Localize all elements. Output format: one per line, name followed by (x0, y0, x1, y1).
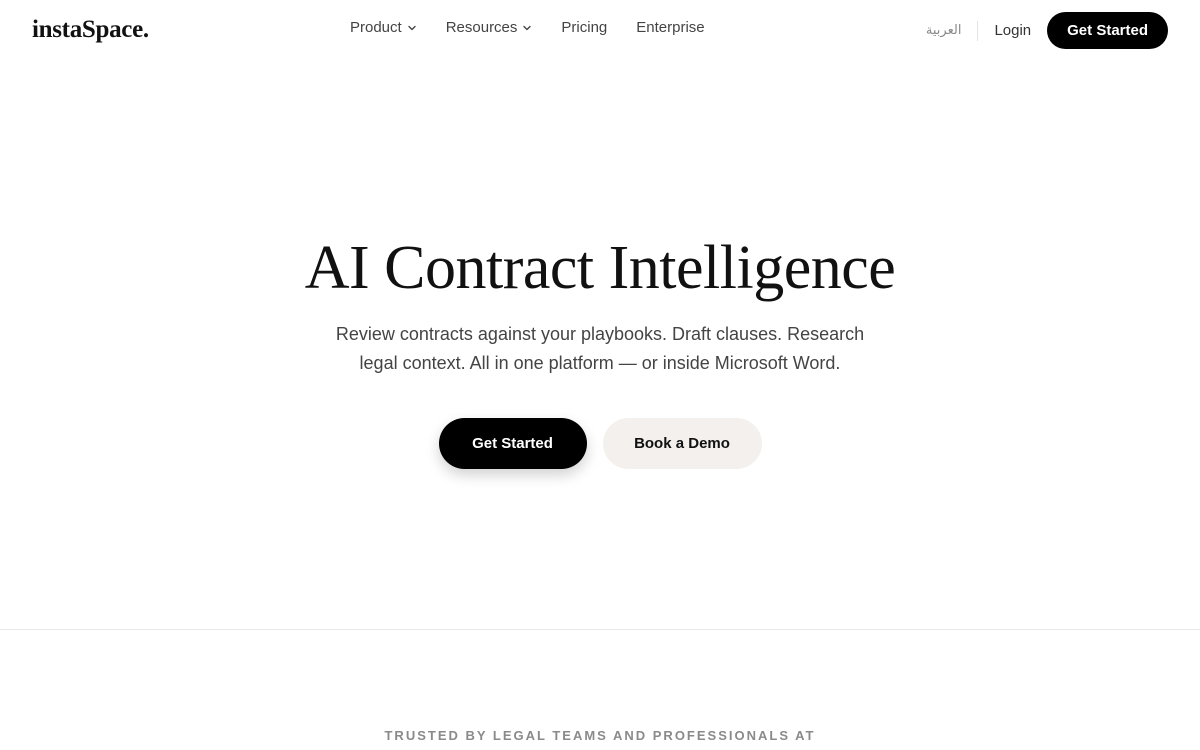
section-divider (0, 629, 1200, 630)
chevron-down-icon (407, 23, 417, 33)
nav-product-label: Product (350, 19, 402, 36)
hero-title: AI Contract Intelligence (304, 234, 896, 302)
hero-subtitle-line-2: legal context. All in one platform — or … (359, 353, 841, 373)
site-header: instaSpace. Product Resources Pricing En… (0, 0, 1200, 62)
trusted-heading: TRUSTED BY LEGAL TEAMS AND PROFESSIONALS… (384, 728, 816, 743)
header-divider (977, 20, 979, 41)
hero-cta-group: Get Started Book a Demo (0, 418, 1200, 469)
book-demo-button[interactable]: Book a Demo (602, 418, 762, 469)
logo-dot: . (142, 16, 149, 43)
login-link[interactable]: Login (994, 22, 1031, 39)
logo[interactable]: instaSpace. (32, 16, 149, 44)
language-switch[interactable]: العربية (926, 23, 962, 38)
nav-resources-label: Resources (445, 19, 518, 36)
nav-product[interactable]: Product (350, 19, 417, 36)
nav-pricing-label: Pricing (561, 19, 608, 36)
header-actions: العربية Login Get Started (926, 12, 1168, 49)
nav-resources[interactable]: Resources (446, 19, 533, 36)
chevron-down-icon (522, 23, 532, 33)
nav-enterprise-label: Enterprise (636, 19, 705, 36)
logo-text: instaSpace (32, 16, 143, 43)
header-get-started-button[interactable]: Get Started (1047, 12, 1168, 49)
hero-subtitle-line-1: Review contracts against your playbooks.… (335, 324, 865, 344)
get-started-button[interactable]: Get Started (438, 418, 587, 469)
main-nav: Product Resources Pricing Enterprise (350, 19, 705, 36)
nav-pricing[interactable]: Pricing (561, 19, 607, 36)
nav-enterprise[interactable]: Enterprise (636, 19, 704, 36)
hero-subtitle: Review contracts against your playbooks.… (300, 320, 900, 378)
